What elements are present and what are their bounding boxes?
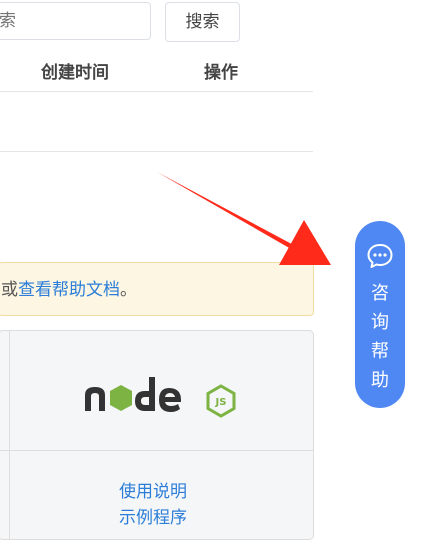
help-label-char: 助 (371, 370, 389, 391)
help-label-char: 帮 (371, 341, 389, 362)
column-header-actions: 操作 (204, 63, 238, 83)
notice-prefix: 或 (1, 280, 18, 300)
chat-bubble-icon (367, 244, 393, 268)
nodejs-badge-text: JS (215, 397, 227, 408)
search-button[interactable]: 搜索 (165, 2, 240, 42)
sample-program-link[interactable]: 示例程序 (119, 503, 187, 528)
notice-banner: 或查看帮助文档。 (0, 262, 314, 316)
consult-help-button[interactable]: 咨 询 帮 助 (355, 221, 405, 408)
usage-guide-link[interactable]: 使用说明 (119, 477, 187, 502)
notice-suffix: 。 (120, 280, 137, 300)
help-label-char: 咨 (371, 283, 389, 304)
grid-divider (0, 450, 313, 451)
help-docs-link[interactable]: 查看帮助文档 (18, 280, 120, 300)
grid-divider (9, 331, 10, 539)
table-divider (0, 151, 313, 152)
nodejs-logo: JS (85, 377, 236, 418)
column-header-created-time: 创建时间 (41, 63, 109, 83)
sdk-card: JS 使用说明 示例程序 (0, 330, 314, 540)
search-input[interactable] (0, 2, 151, 40)
table-divider (0, 91, 313, 92)
help-label-char: 询 (371, 312, 389, 333)
